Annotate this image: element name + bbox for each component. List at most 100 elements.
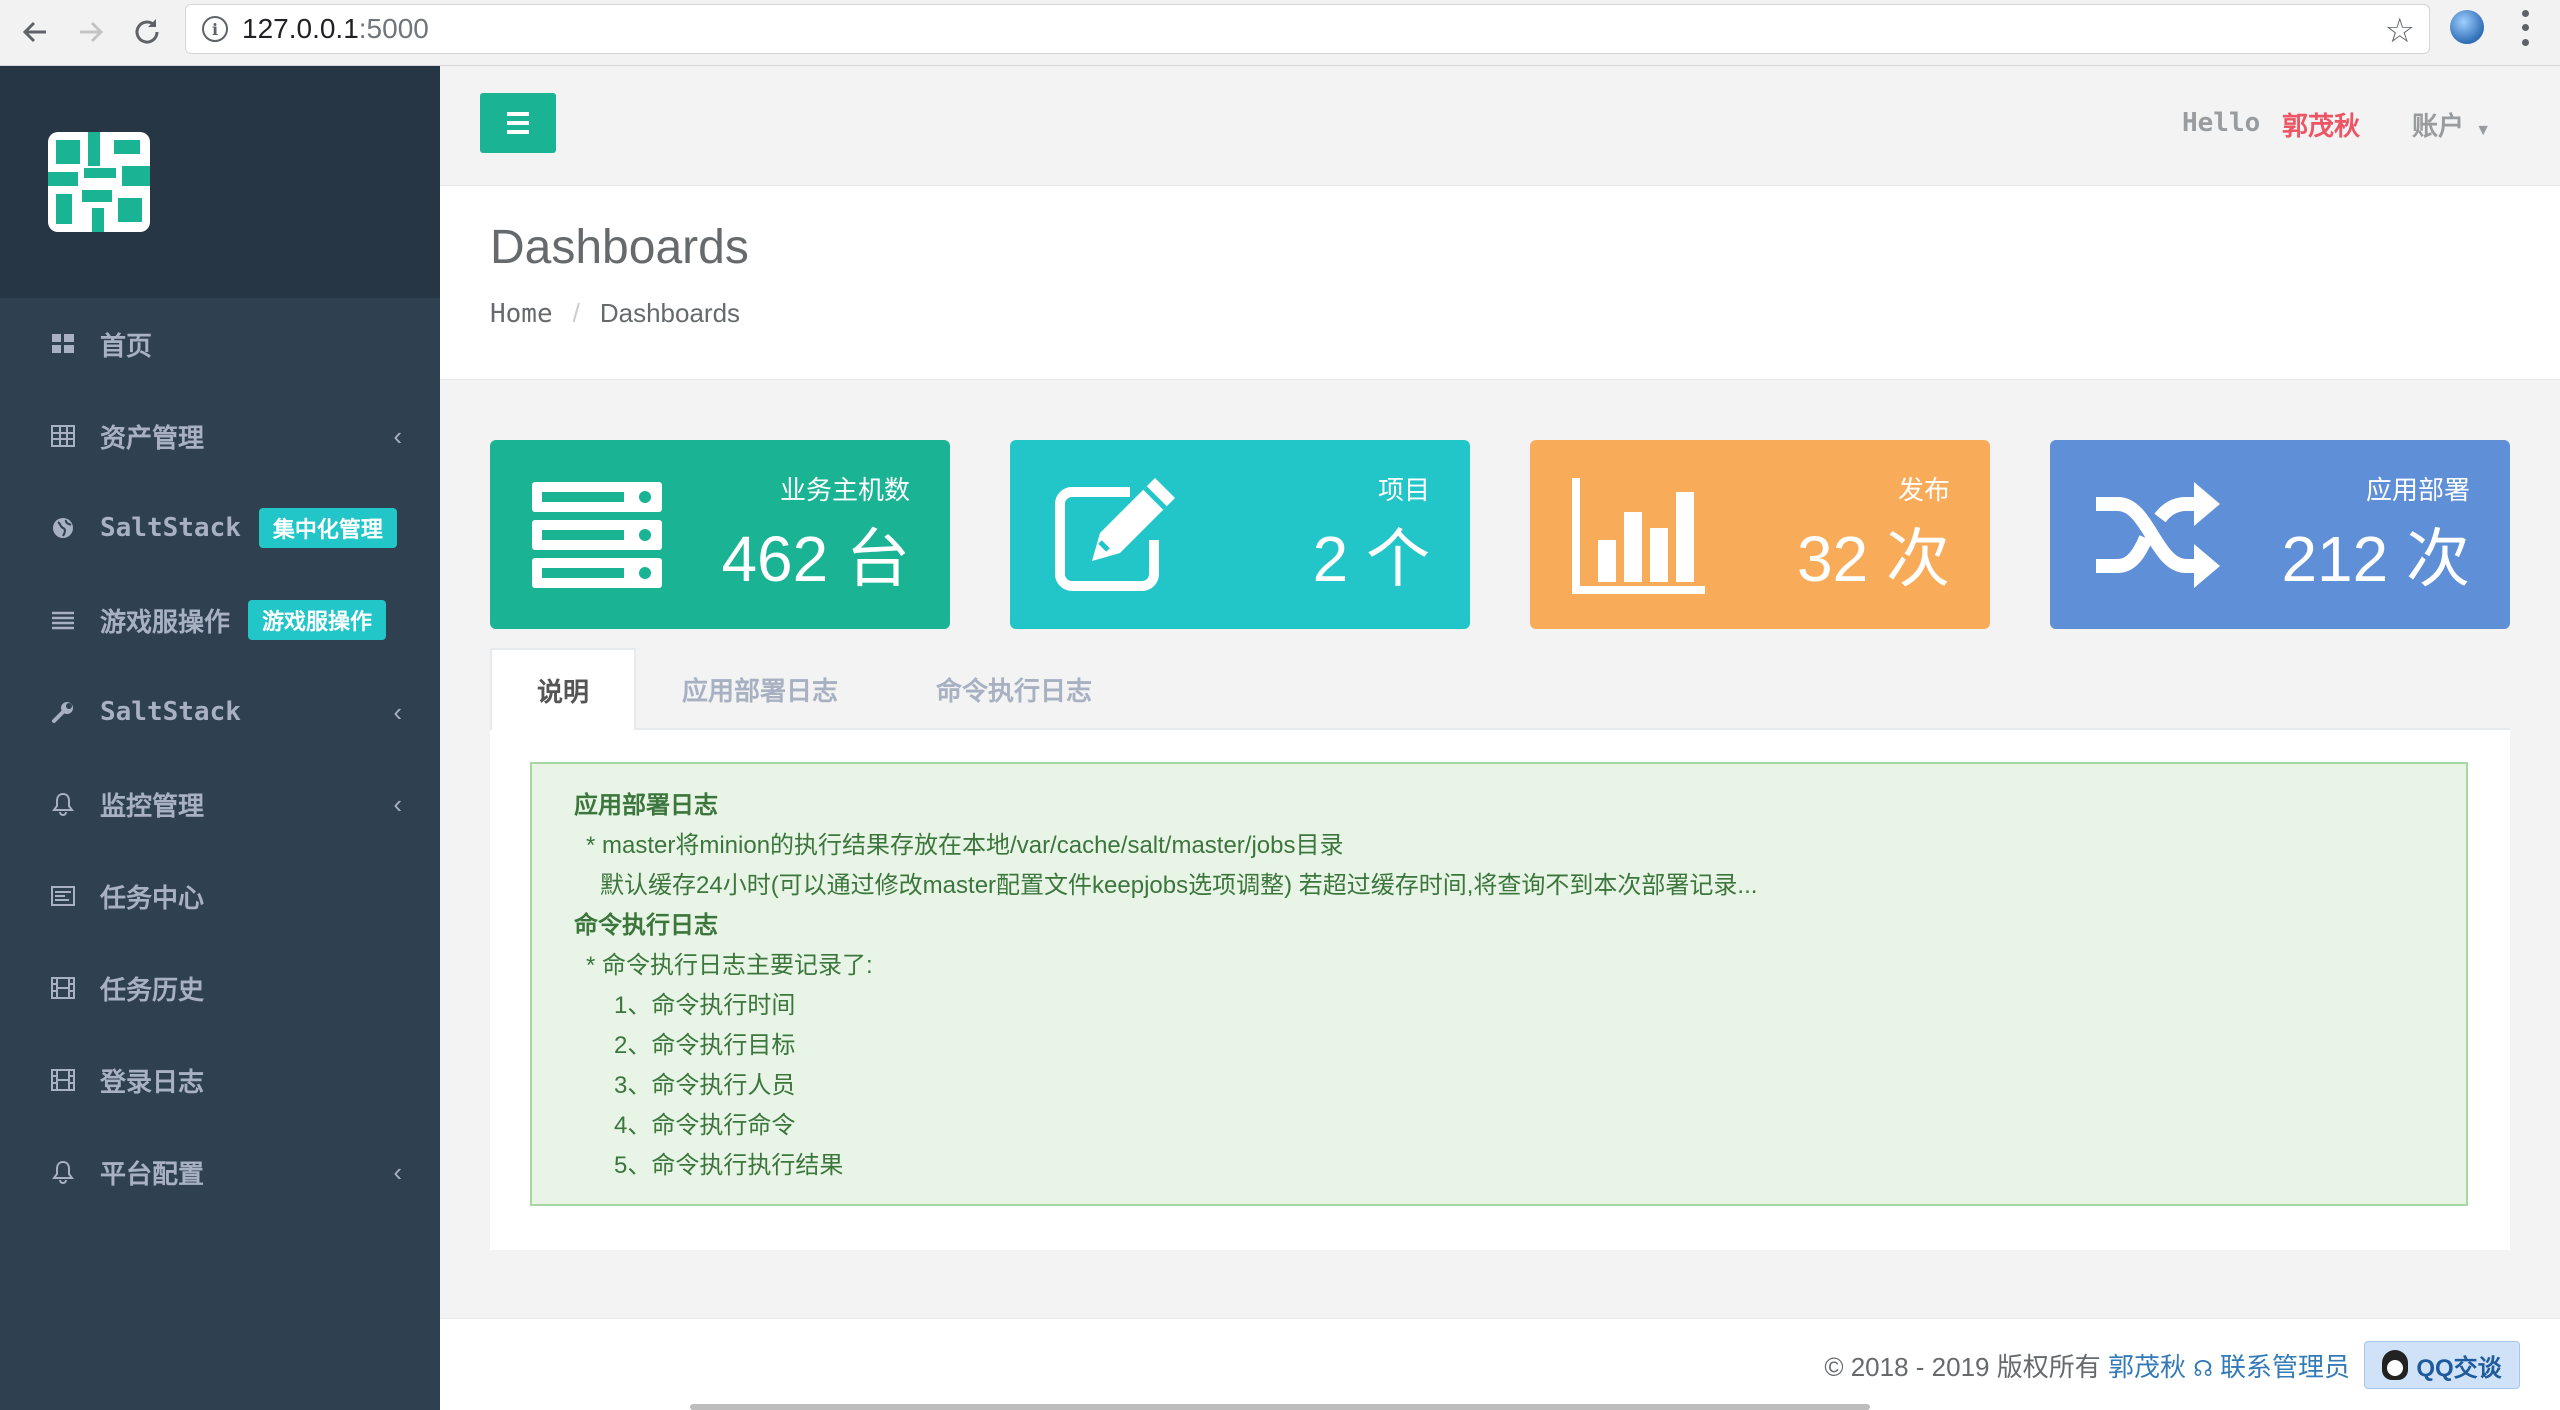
breadcrumb-current: Dashboards [599, 298, 741, 328]
list-icon [50, 607, 76, 633]
alert-text: * master将minion的执行结果存放在本地/var/cache/salt… [586, 832, 1344, 859]
qq-chat-button[interactable]: QQ交谈 [2364, 1341, 2520, 1389]
url-host: 127.0.0.1 [242, 13, 359, 44]
top-navbar: Hello 郭茂秋 账户 ▼ [440, 66, 2560, 186]
sidebar-item-task-history[interactable]: 任务历史 [0, 942, 440, 1034]
app-logo[interactable] [48, 132, 150, 232]
info-icon[interactable]: i [202, 16, 228, 42]
edit-icon [1050, 470, 1185, 600]
alert-list-item: 3、命令执行人员 [614, 1072, 796, 1099]
chevron-left-icon: ‹ [393, 1156, 402, 1187]
sidebar-toggle-button[interactable] [480, 93, 556, 153]
footer: © 2018 - 2019 版权所有 郭茂秋 ☊ 联系管理员 QQ交谈 [440, 1318, 2560, 1410]
server-icon [530, 470, 665, 600]
sidebar-item-login-log[interactable]: 登录日志 [0, 1034, 440, 1126]
sidebar-item-saltstack-central[interactable]: SaltStack 集中化管理 [0, 482, 440, 574]
breadcrumb: Home / Dashboards [490, 298, 740, 329]
table-icon [50, 423, 76, 449]
sidebar-item-home[interactable]: 首页 [0, 298, 440, 390]
sidebar-item-label: 平台配置 [100, 1158, 205, 1189]
alert-text: * 命令执行日志主要记录了: [586, 952, 873, 979]
sidebar-item-label: 资产管理 [100, 422, 205, 453]
stat-value: 2 个 [1312, 523, 1430, 595]
stat-card-releases: 发布 32 次 [1530, 440, 1990, 629]
stat-card-hosts: 业务主机数 462 台 [490, 440, 950, 629]
tasks-icon [50, 883, 76, 909]
forward-icon[interactable] [66, 4, 116, 60]
stat-label: 项目 [1377, 475, 1430, 505]
page-title: Dashboards [490, 221, 749, 274]
url-port: :5000 [358, 13, 429, 44]
sidebar-header [0, 66, 440, 298]
alert-text: 默认缓存24小时(可以通过修改master配置文件keepjobs选项调整) 若… [600, 872, 1758, 899]
author-link[interactable]: 郭茂秋 [2108, 1352, 2186, 1382]
headset-icon: ☊ [2193, 1356, 2213, 1381]
dashboard-icon [50, 331, 76, 357]
sidebar-item-monitoring[interactable]: 监控管理 ‹ [0, 758, 440, 850]
alert-list-item: 5、命令执行执行结果 [614, 1152, 844, 1179]
bookmark-star-icon[interactable]: ☆ [2385, 11, 2415, 51]
qq-penguin-icon [2382, 1350, 2409, 1380]
bar-chart-icon [1570, 470, 1726, 600]
stat-label: 应用部署 [2365, 475, 2470, 505]
alert-list-item: 2、命令执行目标 [614, 1032, 796, 1059]
sidebar-item-label: 游戏服操作 [100, 606, 231, 637]
contact-admin-link[interactable]: 联系管理员 [2220, 1352, 2350, 1382]
breadcrumb-home-link[interactable]: Home [490, 299, 553, 329]
info-alert: 应用部署日志 * master将minion的执行结果存放在本地/var/cac… [530, 762, 2468, 1206]
stat-card-projects: 项目 2 个 [1010, 440, 1470, 629]
status-badge: 集中化管理 [258, 508, 397, 548]
film-icon [50, 975, 76, 1001]
copyright-text: © 2018 - 2019 版权所有 [1824, 1352, 2101, 1382]
stat-value: 212 次 [2281, 523, 2470, 595]
alert-list-item: 4、命令执行命令 [614, 1112, 796, 1139]
random-icon [2090, 470, 2225, 600]
bell-icon [50, 1159, 76, 1185]
sidebar-item-label: 监控管理 [100, 790, 205, 821]
account-label: 账户 [2412, 111, 2465, 141]
stat-label: 业务主机数 [779, 475, 910, 505]
chevron-left-icon: ‹ [393, 420, 402, 451]
greeting-text: Hello [2182, 108, 2261, 138]
chevron-left-icon: ‹ [393, 788, 402, 819]
alert-heading: 应用部署日志 [574, 792, 718, 819]
horizontal-scrollbar[interactable] [690, 1404, 1870, 1410]
sidebar-item-label: 首页 [100, 330, 153, 361]
sidebar-item-saltstack[interactable]: SaltStack ‹ [0, 666, 440, 758]
caret-down-icon: ▼ [2475, 122, 2492, 139]
extension-globe-icon[interactable] [2450, 10, 2484, 44]
tab-deploy-log[interactable]: 应用部署日志 [650, 648, 870, 730]
back-icon[interactable] [10, 4, 60, 60]
address-bar[interactable]: i 127.0.0.1 :5000 ☆ [185, 4, 2430, 54]
username-link[interactable]: 郭茂秋 [2282, 106, 2360, 143]
stat-value: 32 次 [1797, 523, 1950, 595]
stat-card-deployments: 应用部署 212 次 [2050, 440, 2510, 629]
sidebar-item-label: SaltStack [100, 697, 241, 727]
footer-text: © 2018 - 2019 版权所有 郭茂秋 ☊ 联系管理员 [1824, 1347, 2350, 1384]
qq-chat-label: QQ交谈 [2416, 1354, 2502, 1382]
stat-value: 462 台 [721, 523, 910, 595]
alert-list-item: 1、命令执行时间 [614, 992, 796, 1019]
sidebar-item-label: SaltStack [100, 513, 241, 543]
sidebar-item-game-server[interactable]: 游戏服操作 游戏服操作 [0, 574, 440, 666]
sidebar-item-label: 任务历史 [100, 974, 205, 1005]
tab-bar: 说明 应用部署日志 命令执行日志 [490, 648, 2510, 732]
sidebar-item-label: 任务中心 [100, 882, 205, 913]
sidebar: 首页 资产管理 ‹ SaltStack 集中化管理 游戏服操作 游戏服操作 Sa… [0, 66, 440, 1410]
wrench-icon [50, 699, 76, 725]
reload-icon[interactable] [122, 4, 172, 60]
browser-menu-icon[interactable] [2510, 6, 2540, 50]
alert-heading: 命令执行日志 [574, 912, 718, 939]
page-heading: Dashboards Home / Dashboards [440, 186, 2560, 380]
bell-icon [50, 791, 76, 817]
sidebar-item-platform-config[interactable]: 平台配置 ‹ [0, 1126, 440, 1218]
film-icon [50, 1067, 76, 1093]
tab-description[interactable]: 说明 [490, 648, 636, 732]
sidebar-item-task-center[interactable]: 任务中心 [0, 850, 440, 942]
account-dropdown[interactable]: 账户 ▼ [2412, 106, 2491, 143]
sidebar-item-assets[interactable]: 资产管理 ‹ [0, 390, 440, 482]
tab-panel: 应用部署日志 * master将minion的执行结果存放在本地/var/cac… [490, 730, 2510, 1250]
tab-command-log[interactable]: 命令执行日志 [904, 648, 1124, 730]
sidebar-item-label: 登录日志 [100, 1066, 205, 1097]
chevron-left-icon: ‹ [393, 696, 402, 727]
